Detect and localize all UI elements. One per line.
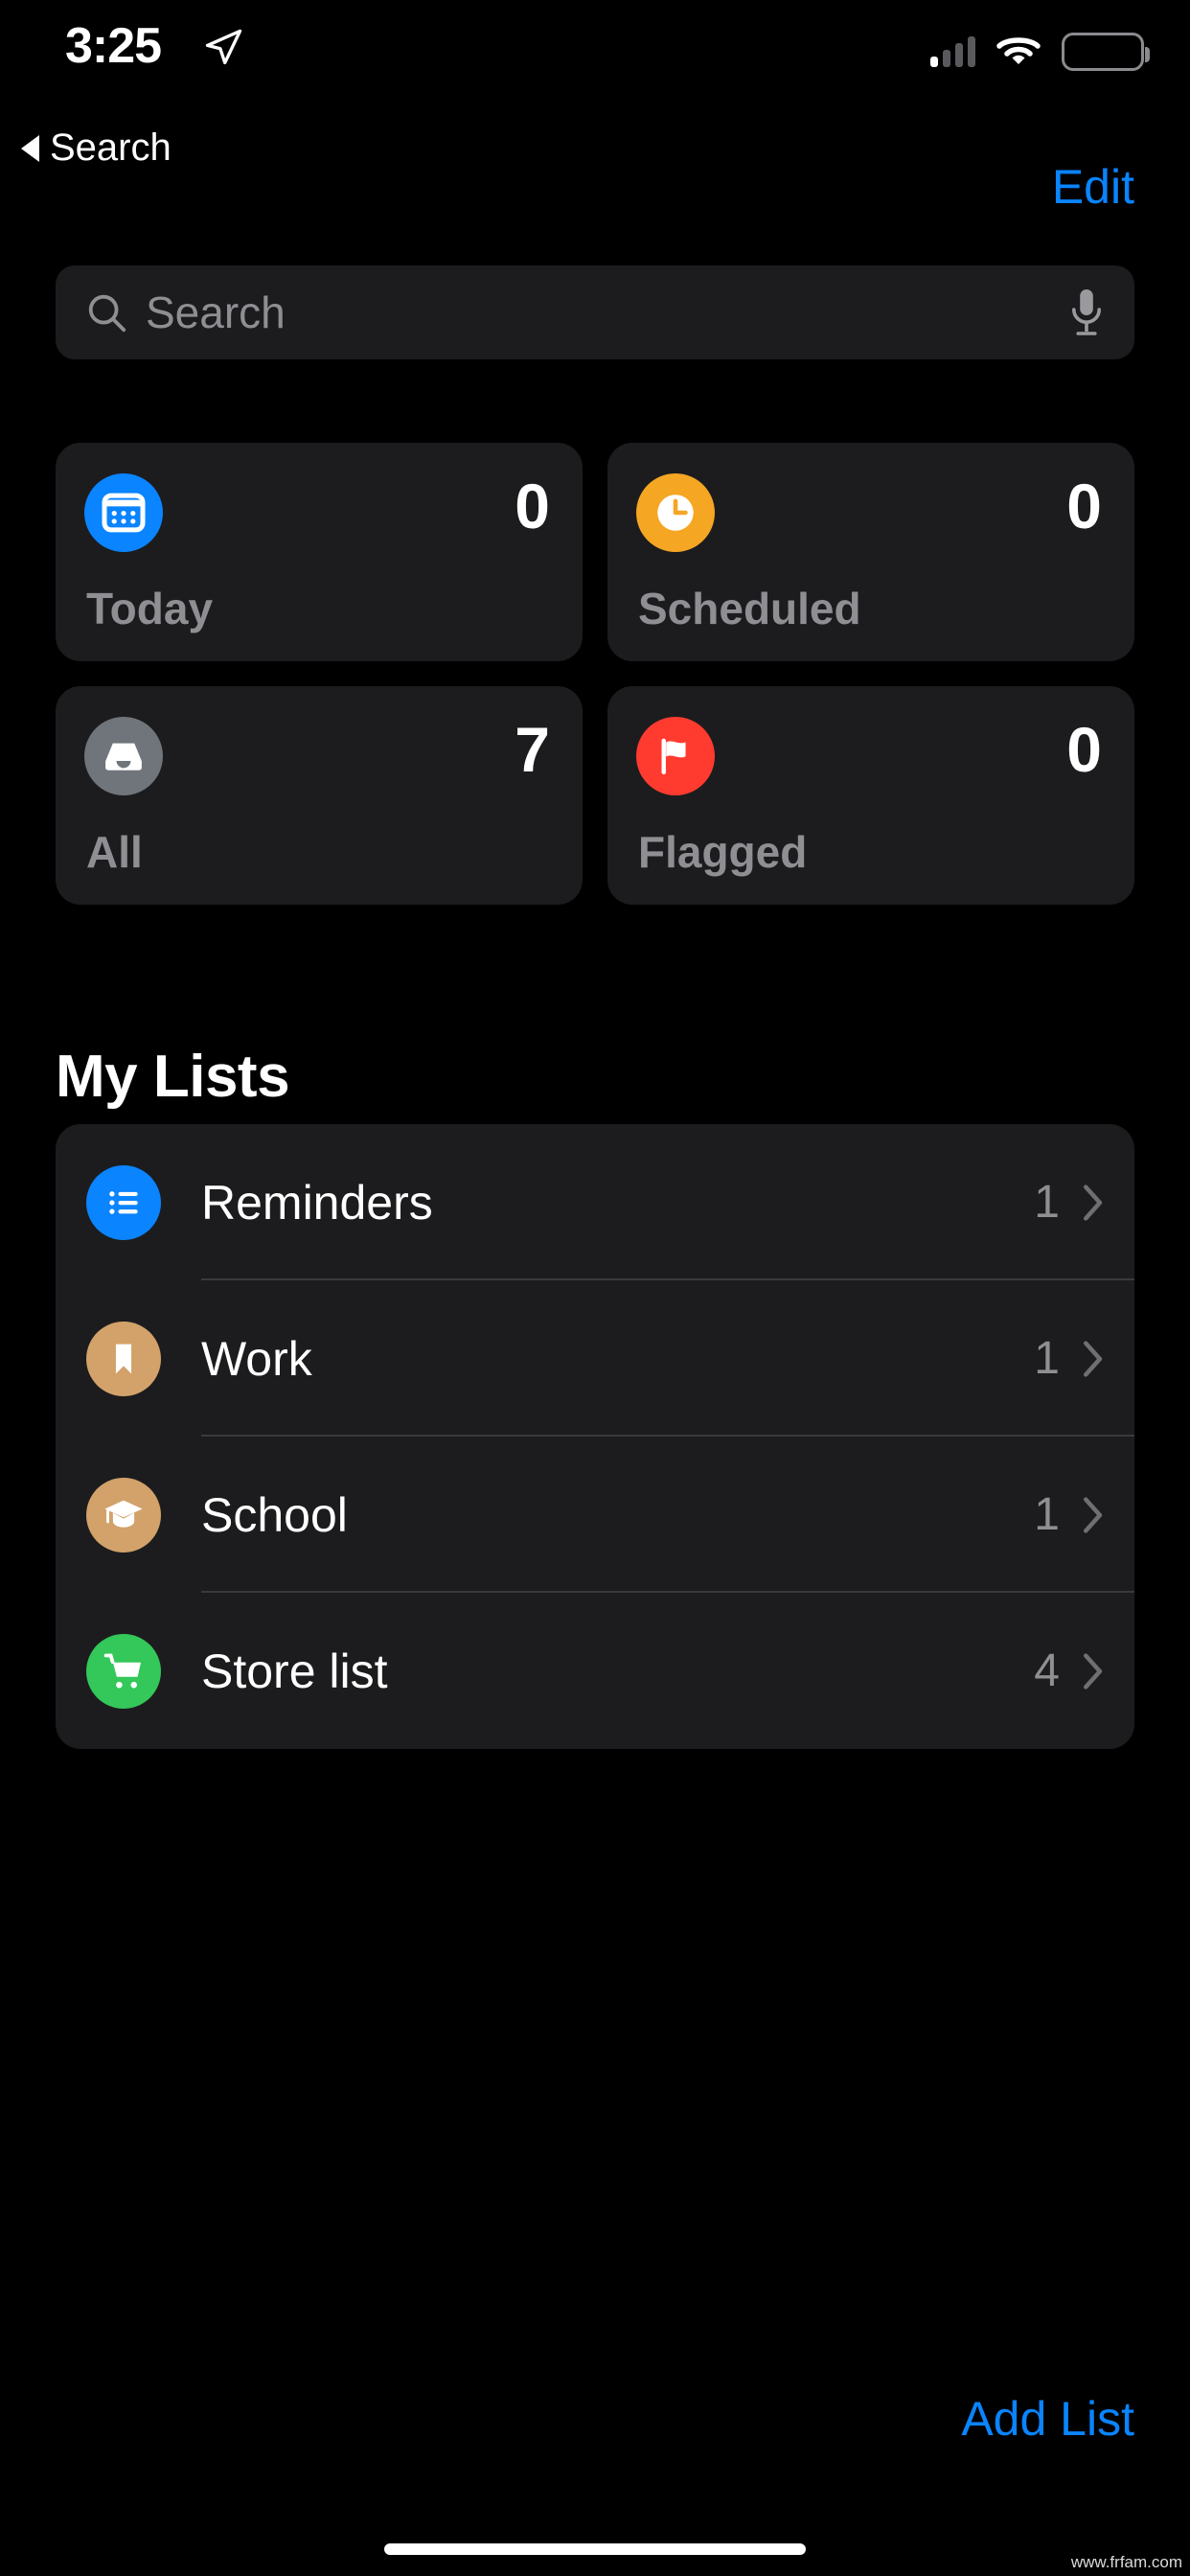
smart-card-label: Flagged (638, 827, 808, 877)
back-triangle-icon (21, 134, 39, 162)
chevron-right-icon (1083, 1340, 1103, 1377)
graduation-cap-icon (86, 1477, 161, 1552)
back-to-search-button[interactable]: Search (21, 126, 172, 170)
edit-button[interactable]: Edit (1052, 159, 1134, 215)
status-bar: 3:25 (0, 0, 1190, 115)
smart-card-label: Scheduled (638, 584, 861, 633)
bookmark-icon (86, 1321, 161, 1396)
chevron-right-icon (1083, 1496, 1103, 1533)
status-bar-time: 3:25 (65, 18, 162, 74)
cellular-signal-icon (930, 36, 975, 67)
list-item-work[interactable]: Work 1 (56, 1280, 1134, 1437)
search-input[interactable]: Search (146, 287, 1067, 338)
smart-card-count: 0 (1066, 471, 1102, 541)
watermark: www.frfam.com (1070, 2553, 1182, 2571)
smart-card-label: All (86, 827, 143, 877)
list-item-store-list[interactable]: Store list 4 (56, 1593, 1134, 1749)
smart-card-count: 7 (515, 714, 550, 785)
chevron-right-icon (1083, 1184, 1103, 1221)
list-item-count: 4 (1034, 1645, 1060, 1696)
list-item-reminders[interactable]: Reminders 1 (56, 1124, 1134, 1280)
list-item-label: Store list (201, 1644, 388, 1698)
list-item-school[interactable]: School 1 (56, 1437, 1134, 1593)
flag-icon (636, 717, 715, 795)
bulleted-list-icon (86, 1164, 161, 1240)
back-label: Search (50, 126, 172, 169)
smart-card-label: Today (86, 584, 214, 633)
my-lists-group: Reminders 1 Work 1 School 1 Store list 4 (56, 1124, 1134, 1749)
battery-icon (1062, 33, 1150, 71)
wifi-icon (996, 37, 1041, 64)
reminders-screen: 3:25 Search Edit Search 0 Today 0 Schedu… (0, 0, 1190, 2576)
search-icon (88, 294, 126, 333)
my-lists-heading: My Lists (56, 1044, 290, 1110)
smart-card-count: 0 (515, 471, 550, 541)
list-item-count: 1 (1034, 1333, 1060, 1384)
list-item-count: 1 (1034, 1177, 1060, 1228)
list-item-count: 1 (1034, 1489, 1060, 1540)
smart-card-flagged[interactable]: 0 Flagged (607, 686, 1134, 905)
search-bar[interactable]: Search (56, 265, 1134, 359)
inbox-tray-icon (84, 717, 163, 795)
add-list-button[interactable]: Add List (961, 2391, 1134, 2447)
smart-card-today[interactable]: 0 Today (56, 443, 583, 661)
chevron-right-icon (1083, 1652, 1103, 1690)
list-item-label: Work (201, 1331, 312, 1386)
calendar-icon (84, 473, 163, 552)
smart-card-all[interactable]: 7 All (56, 686, 583, 905)
smart-card-scheduled[interactable]: 0 Scheduled (607, 443, 1134, 661)
status-bar-indicators (930, 33, 1150, 71)
clock-icon (636, 473, 715, 552)
location-arrow-icon (205, 29, 242, 65)
home-indicator[interactable] (384, 2543, 806, 2555)
smart-lists-grid: 0 Today 0 Scheduled 7 All 0 Flagged (56, 443, 1134, 905)
shopping-cart-icon (86, 1633, 161, 1709)
list-item-label: Reminders (201, 1175, 433, 1230)
microphone-icon[interactable] (1067, 288, 1106, 337)
smart-card-count: 0 (1066, 714, 1102, 785)
list-item-label: School (201, 1487, 348, 1542)
